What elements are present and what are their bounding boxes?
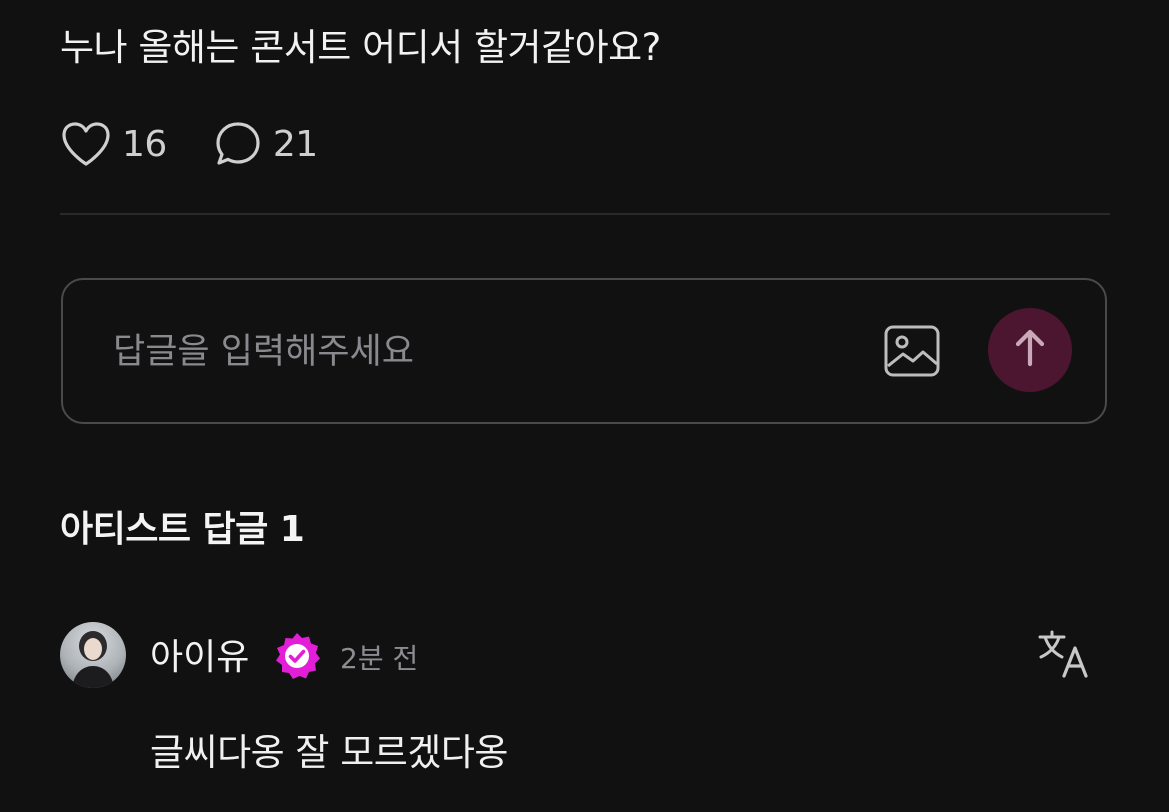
attach-image-button[interactable] xyxy=(879,320,945,386)
comment-author[interactable]: 아이유 xyxy=(150,628,249,680)
comment-time: 2분 전 xyxy=(340,642,419,675)
translate-icon xyxy=(1036,630,1092,684)
translate-button[interactable] xyxy=(1036,628,1092,680)
like-button[interactable]: 16 xyxy=(60,120,167,168)
like-count: 16 xyxy=(122,123,167,165)
post-stats: 16 21 xyxy=(60,116,364,172)
comment-count: 21 xyxy=(272,123,318,165)
send-button[interactable] xyxy=(988,308,1072,392)
post-text: 누나 올해는 콘서트 어디서 할거같아요? xyxy=(60,26,661,69)
artist-replies-title: 아티스트 답글 1 xyxy=(60,509,305,550)
comment-text: 글씨다옹 잘 모르겠다옹 xyxy=(150,731,508,774)
reply-box xyxy=(61,278,1107,424)
avatar[interactable] xyxy=(60,622,126,688)
post-detail-page: 누나 올해는 콘서트 어디서 할거같아요? 16 21 답글을 입력해주세요 아… xyxy=(0,0,1169,812)
comment-bubble-icon xyxy=(213,119,263,169)
image-icon xyxy=(883,324,941,382)
divider xyxy=(60,213,1110,215)
comment-button[interactable]: 21 xyxy=(213,119,318,169)
reply-input[interactable] xyxy=(113,326,853,378)
verified-badge-icon xyxy=(272,631,322,681)
heart-icon xyxy=(60,120,112,168)
arrow-up-icon xyxy=(1012,328,1048,372)
